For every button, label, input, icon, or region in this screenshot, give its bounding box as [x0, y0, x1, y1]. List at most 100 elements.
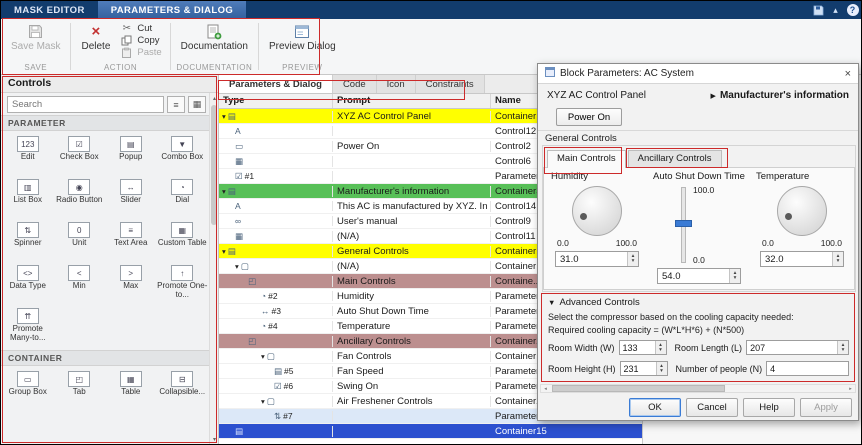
cell-prompt[interactable]: Humidity — [333, 291, 491, 302]
shutdown-spinner[interactable]: 54.0 ▴▾ — [657, 268, 741, 284]
help-icon[interactable]: ? — [844, 1, 861, 19]
power-on-button[interactable]: Power On — [556, 108, 622, 126]
ok-button[interactable]: OK — [629, 398, 681, 417]
temperature-spinner[interactable]: 32.0 ▴▾ — [760, 251, 844, 267]
humidity-spinner[interactable]: 31.0 ▴▾ — [555, 251, 639, 267]
palette-item-custom-table[interactable]: ▦Custom Table — [157, 219, 209, 262]
expand-arrow-icon[interactable]: ▾ — [261, 352, 265, 361]
dialog-titlebar[interactable]: Block Parameters: AC System × — [538, 64, 858, 84]
scroll-up-icon[interactable]: ▴ — [210, 93, 219, 103]
field-input[interactable]: 4 — [766, 361, 849, 376]
tab-constraints[interactable]: Constraints — [416, 75, 485, 93]
search-input[interactable] — [7, 96, 164, 113]
cell-prompt[interactable]: This AC is manufactured by XYZ. In t... — [333, 201, 491, 212]
scroll-thumb[interactable] — [211, 105, 217, 225]
stepper-arrows-icon[interactable]: ▴▾ — [656, 362, 667, 375]
column-header-type[interactable]: Type — [219, 94, 333, 108]
palette-item-dial[interactable]: ◔Dial — [157, 176, 209, 219]
cell-prompt[interactable]: (N/A) — [333, 231, 491, 242]
humidity-knob[interactable] — [572, 186, 622, 236]
palette-item-collapsible[interactable]: ⊟Collapsible... — [157, 368, 209, 411]
cell-prompt[interactable]: User's manual — [333, 216, 491, 227]
palette-item-max[interactable]: >Max — [105, 262, 157, 305]
palette-item-unit[interactable]: 0Unit — [54, 219, 106, 262]
table-row[interactable]: ▤Container15 — [219, 424, 642, 439]
stepper-arrows-icon[interactable]: ▴▾ — [832, 252, 843, 266]
palette-section-parameter[interactable]: PARAMETER — [1, 115, 209, 131]
expand-arrow-icon[interactable]: ▾ — [222, 112, 226, 121]
temperature-knob[interactable] — [777, 186, 827, 236]
scroll-thumb[interactable] — [552, 385, 725, 392]
palette-item-text-area[interactable]: ≡Text Area — [105, 219, 157, 262]
field-input[interactable]: 133▴▾ — [619, 340, 667, 355]
scroll-down-icon[interactable]: ▾ — [210, 434, 219, 444]
palette-item-data-type[interactable]: <>Data Type — [2, 262, 54, 305]
palette-item-group-box[interactable]: ▭Group Box — [2, 368, 54, 411]
close-icon[interactable]: × — [845, 68, 851, 80]
copy-button[interactable]: Copy — [116, 35, 165, 46]
shutdown-slider[interactable]: 100.0 0.0 — [649, 185, 749, 265]
preview-dialog-button[interactable]: Preview Dialog — [263, 20, 342, 55]
tab-icon[interactable]: Icon — [377, 75, 416, 93]
save-mask-button[interactable]: Save Mask — [5, 20, 66, 55]
palette-item-spinner[interactable]: ⇅Spinner — [2, 219, 54, 262]
scroll-right-icon[interactable]: ▸ — [846, 385, 855, 392]
expand-arrow-icon[interactable]: ▾ — [235, 262, 239, 271]
palette-item-edit[interactable]: 123Edit — [2, 133, 54, 176]
cell-prompt[interactable]: Temperature — [333, 321, 491, 332]
palette-item-combo-box[interactable]: ▼Combo Box — [157, 133, 209, 176]
documentation-button[interactable]: Documentation — [175, 20, 254, 55]
dialog-tab-ancillary-controls[interactable]: Ancillary Controls — [628, 150, 722, 168]
grid-view-button[interactable]: ▦ — [188, 96, 206, 113]
cut-button[interactable]: ✂Cut — [116, 23, 165, 34]
advanced-controls-header[interactable]: ▼ Advanced Controls — [548, 297, 640, 308]
palette-item-table[interactable]: ▦Table — [105, 368, 157, 411]
save-layout-icon[interactable] — [810, 1, 827, 19]
dialog-horizontal-scrollbar[interactable]: ◂ ▸ — [540, 384, 856, 393]
palette-item-promote-many-to[interactable]: ⇈Promote Many-to... — [2, 305, 54, 348]
expand-arrow-icon[interactable]: ▾ — [222, 187, 226, 196]
palette-item-check-box[interactable]: ☑Check Box — [54, 133, 106, 176]
cell-prompt[interactable]: Fan Controls — [333, 351, 491, 362]
palette-item-tab[interactable]: ◰Tab — [54, 368, 106, 411]
cell-prompt[interactable]: Ancillary Controls — [333, 336, 491, 347]
manufacturer-info-link[interactable]: ▶Manufacturer's information — [711, 90, 849, 101]
field-input[interactable]: 207▴▾ — [746, 340, 849, 355]
stepper-arrows-icon[interactable]: ▴▾ — [627, 252, 638, 266]
cell-prompt[interactable]: General Controls — [333, 246, 491, 257]
cell-prompt[interactable]: Swing On — [333, 381, 491, 392]
stepper-arrows-icon[interactable]: ▴▾ — [837, 341, 848, 354]
cell-prompt[interactable]: Manufacturer's information — [333, 186, 491, 197]
palette-item-popup[interactable]: ▤Popup — [105, 133, 157, 176]
slider-handle[interactable] — [675, 220, 692, 227]
stepper-arrows-icon[interactable]: ▴▾ — [655, 341, 666, 354]
scroll-left-icon[interactable]: ◂ — [541, 385, 550, 392]
palette-item-list-box[interactable]: ▥List Box — [2, 176, 54, 219]
palette-item-min[interactable]: <Min — [54, 262, 106, 305]
collapse-ribbon-icon[interactable]: ▴ — [827, 1, 844, 19]
tab-code[interactable]: Code — [333, 75, 377, 93]
apply-button[interactable]: Apply — [800, 398, 852, 417]
field-input[interactable]: 231▴▾ — [620, 361, 668, 376]
tab-parameters-dialog[interactable]: Parameters & Dialog — [219, 75, 333, 93]
tab-mask-editor[interactable]: MASK EDITOR — [1, 1, 98, 19]
help-button[interactable]: Help — [743, 398, 795, 417]
column-header-prompt[interactable]: Prompt — [333, 94, 491, 108]
tab-parameters-dialog[interactable]: PARAMETERS & DIALOG — [98, 1, 246, 19]
expand-arrow-icon[interactable]: ▾ — [222, 247, 226, 256]
palette-item-promote-one-to[interactable]: ↑Promote One-to... — [157, 262, 209, 305]
cell-prompt[interactable]: XYZ AC Control Panel — [333, 111, 491, 122]
cell-prompt[interactable]: Air Freshener Controls — [333, 396, 491, 407]
cell-prompt[interactable]: (N/A) — [333, 261, 491, 272]
cell-name[interactable]: Container15 — [491, 426, 642, 437]
stepper-arrows-icon[interactable]: ▴▾ — [729, 269, 740, 283]
cell-prompt[interactable]: Fan Speed — [333, 366, 491, 377]
cell-prompt[interactable]: Main Controls — [333, 276, 491, 287]
palette-item-slider[interactable]: ↔Slider — [105, 176, 157, 219]
delete-button[interactable]: × Delete — [75, 20, 116, 55]
cancel-button[interactable]: Cancel — [686, 398, 738, 417]
expand-arrow-icon[interactable]: ▾ — [261, 397, 265, 406]
paste-button[interactable]: Paste — [116, 47, 165, 58]
palette-section-container[interactable]: CONTAINER — [1, 350, 209, 366]
list-view-button[interactable]: ≡ — [167, 96, 185, 113]
